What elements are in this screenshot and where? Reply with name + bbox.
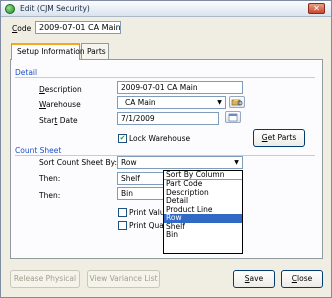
- then-2-select[interactable]: Bin: [117, 187, 167, 200]
- then-1-select[interactable]: Shelf: [117, 172, 167, 185]
- close-button[interactable]: Close: [281, 270, 323, 288]
- print-quantity-checkbox[interactable]: [118, 221, 127, 230]
- view-variance-list-button[interactable]: View Variance List: [87, 270, 160, 288]
- lock-warehouse-label: Lock Warehouse: [129, 134, 191, 143]
- title-bar[interactable]: Edit (CJM Security) ✕: [1, 1, 331, 17]
- warehouse-lookup-icon: [231, 99, 243, 106]
- chevron-down-icon[interactable]: ▼: [214, 97, 225, 108]
- window-title: Edit (CJM Security): [20, 4, 90, 13]
- close-window-button[interactable]: ✕: [308, 3, 325, 14]
- description-field[interactable]: 2009-07-01 CA Main: [117, 81, 243, 94]
- tab-setup-information[interactable]: Setup Information: [11, 43, 85, 60]
- description-label: Description: [39, 85, 82, 94]
- print-values-checkbox[interactable]: [118, 208, 127, 217]
- sort-count-sheet-label: Sort Count Sheet By:: [39, 158, 118, 167]
- tab-parts[interactable]: Parts: [81, 43, 109, 59]
- sort-by-dropdown-list[interactable]: Sort By Column Part Code Description Det…: [163, 170, 243, 254]
- edit-window: Edit (CJM Security) ✕ Code 2009-07-01 CA…: [0, 0, 332, 298]
- start-date-label: Start Date: [39, 116, 78, 125]
- code-field[interactable]: 2009-07-01 CA Main: [35, 21, 121, 34]
- then-2-label: Then:: [39, 191, 61, 200]
- dropdown-option-bin[interactable]: Bin: [164, 230, 242, 240]
- then-1-label: Then:: [39, 174, 61, 183]
- count-sheet-section-title: Count Sheet: [15, 146, 62, 155]
- warehouse-lookup-button[interactable]: [229, 96, 245, 108]
- calendar-button[interactable]: [225, 111, 241, 123]
- chevron-down-icon[interactable]: ▼: [231, 157, 242, 168]
- detail-section-title: Detail: [15, 68, 38, 77]
- code-label: Code: [12, 24, 32, 33]
- calendar-icon: [228, 113, 238, 122]
- sort-count-sheet-select[interactable]: Row ▼: [117, 156, 243, 169]
- start-date-field[interactable]: 7/1/2009: [117, 112, 219, 125]
- detail-divider: [15, 77, 315, 78]
- lock-warehouse-checkbox[interactable]: ✔: [118, 134, 127, 143]
- save-button[interactable]: Save: [233, 270, 275, 288]
- app-icon: [5, 4, 15, 14]
- get-parts-button[interactable]: Get Parts: [253, 129, 305, 147]
- warehouse-label: Warehouse: [39, 100, 81, 109]
- warehouse-select[interactable]: CA Main ▼: [117, 96, 226, 109]
- release-physical-button[interactable]: Release Physical: [10, 270, 80, 288]
